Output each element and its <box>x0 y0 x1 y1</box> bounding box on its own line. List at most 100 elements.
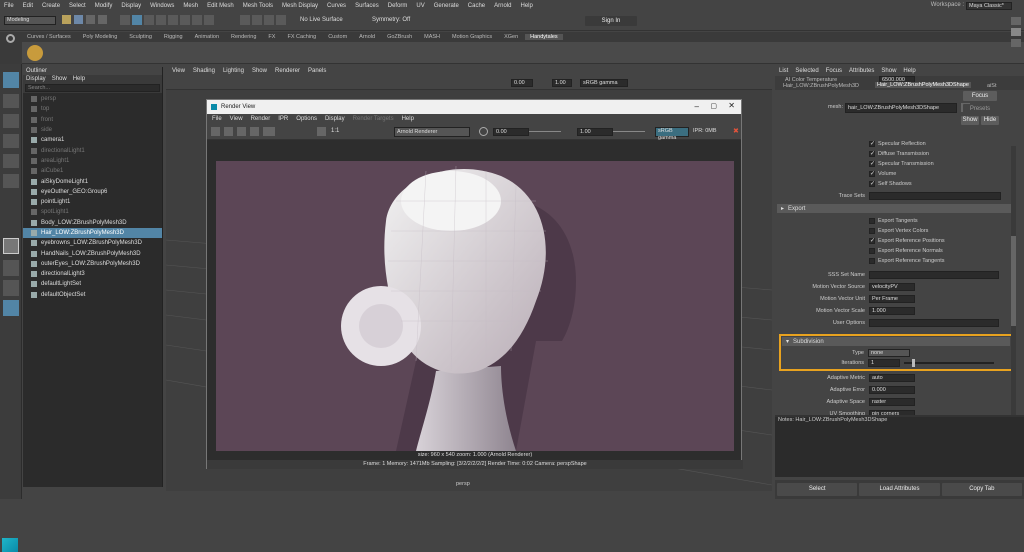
outliner-item[interactable]: directionalLight3 <box>23 269 162 279</box>
outliner-item[interactable]: defaultLightSet <box>23 279 162 289</box>
select-by-component-icon[interactable] <box>144 15 154 25</box>
menu-windows[interactable]: Windows <box>150 3 174 9</box>
subdiv-iterations-slider[interactable] <box>904 359 994 367</box>
move-tool-icon[interactable] <box>3 134 19 148</box>
menu-create[interactable]: Create <box>42 3 60 9</box>
render-menu-item[interactable]: Help <box>402 116 414 122</box>
live-surface-label[interactable]: No Live Surface <box>300 17 343 23</box>
outliner-item[interactable]: Body_LOW:ZBrushPolyMesh3D <box>23 218 162 228</box>
menu-mesh-display[interactable]: Mesh Display <box>282 3 318 9</box>
shelf-tab[interactable]: FX <box>263 34 280 40</box>
focus-button[interactable]: Focus <box>963 91 997 101</box>
attribute-field[interactable]: 0.000 <box>869 386 915 394</box>
select-button[interactable]: Select <box>777 483 858 496</box>
menu-generate[interactable]: Generate <box>434 3 459 9</box>
viewport-menu-item[interactable]: Show <box>252 68 267 74</box>
menu-modify[interactable]: Modify <box>95 3 113 9</box>
outliner-item[interactable]: outerEyes_LOW:ZBrushPolyMesh3D <box>23 259 162 269</box>
sign-in-button[interactable]: Sign In <box>585 16 637 26</box>
magnet-icon[interactable] <box>156 15 166 25</box>
outliner-item[interactable]: HandNails_LOW:ZBrushPolyMesh3D <box>23 248 162 258</box>
attr-menu-item[interactable]: Help <box>903 68 915 74</box>
outliner-item[interactable]: eyeOuther_GEO:Group6 <box>23 187 162 197</box>
notes-area[interactable]: Notes: Hair_LOW:ZBrushPolyMesh3DShape <box>775 415 1024 477</box>
outliner-item[interactable]: defaultObjectSet <box>23 290 162 300</box>
mesh-name-field[interactable]: hair_LOW:ZBrushPolyMesh3DShape <box>845 103 957 113</box>
attr-menu-item[interactable]: Focus <box>826 68 842 74</box>
subdiv-iterations-field[interactable]: 1 <box>868 359 900 367</box>
outliner-item[interactable]: camera1 <box>23 135 162 145</box>
copy-tab-button[interactable]: Copy Tab <box>941 483 1022 496</box>
render-menu-item[interactable]: View <box>230 116 243 122</box>
handytales-shelf-icon[interactable] <box>27 45 43 61</box>
redo-render-icon[interactable] <box>211 127 220 136</box>
checkbox[interactable] <box>869 218 875 224</box>
attr-menu-item[interactable]: Show <box>881 68 896 74</box>
outliner-item[interactable]: spotLight1 <box>23 207 162 217</box>
save-icon[interactable] <box>74 15 83 24</box>
snapshot-icon[interactable] <box>237 127 246 136</box>
alpha-channel-icon[interactable] <box>317 127 326 136</box>
attribute-field[interactable] <box>869 319 999 327</box>
lasso-tool-icon[interactable] <box>3 94 19 108</box>
outliner-item[interactable]: side <box>23 125 162 135</box>
presets-button[interactable]: Presets <box>963 104 997 114</box>
checkbox[interactable]: ✓ <box>869 151 875 157</box>
attr-menu-item[interactable]: Selected <box>795 68 818 74</box>
attribute-field[interactable]: 1.000 <box>869 307 915 315</box>
outliner-item[interactable]: aiCube1 <box>23 166 162 176</box>
menu-file[interactable]: File <box>4 3 14 9</box>
shelf-tab[interactable]: Motion Graphics <box>447 34 497 40</box>
exposure-icon[interactable] <box>479 127 488 136</box>
shelf-tab[interactable]: Curves / Surfaces <box>22 34 76 40</box>
minimize-icon[interactable]: – <box>695 102 699 111</box>
trace-sets-field[interactable] <box>869 192 1001 200</box>
paint-select-icon[interactable] <box>3 114 19 128</box>
render-frame-icon[interactable] <box>240 15 250 25</box>
menu-edit[interactable]: Edit <box>23 3 33 9</box>
render-view-titlebar[interactable]: Render View – ▢ ✕ <box>207 100 741 114</box>
render-menu-item[interactable]: File <box>212 116 222 122</box>
render-exposure-field[interactable]: 0.00 <box>493 128 529 136</box>
outliner-item[interactable]: Hair_LOW:ZBrushPolyMesh3D <box>23 227 162 239</box>
hide-button[interactable]: Hide <box>981 116 999 125</box>
attr-menu-item[interactable]: List <box>779 68 788 74</box>
shelf-tab[interactable]: Animation <box>190 34 224 40</box>
checkbox[interactable]: ✓ <box>869 171 875 177</box>
viewport-gamma-field[interactable]: 1.00 <box>552 79 572 87</box>
outliner-item[interactable]: front <box>23 115 162 125</box>
rgb-channel-icon[interactable] <box>263 127 275 136</box>
viewport-menu-item[interactable]: View <box>172 68 185 74</box>
attribute-field[interactable]: raster <box>869 398 915 406</box>
four-view-icon[interactable] <box>3 260 19 276</box>
shelf-tab[interactable]: Handytales <box>525 34 563 40</box>
render-menu-item[interactable]: IPR <box>278 116 288 122</box>
two-view-icon[interactable] <box>3 280 19 296</box>
outliner-item[interactable]: pointLight1 <box>23 197 162 207</box>
outliner-item[interactable]: directionalLight1 <box>23 145 162 155</box>
gear-icon[interactable] <box>6 34 15 43</box>
curve-snap-icon[interactable] <box>180 15 190 25</box>
menu-mesh-tools[interactable]: Mesh Tools <box>243 3 273 9</box>
render-menu-item[interactable]: Display <box>325 116 345 122</box>
render-menu-item[interactable]: Options <box>296 116 317 122</box>
scale-tool-icon[interactable] <box>3 174 19 188</box>
maximize-icon[interactable]: ▢ <box>710 102 717 110</box>
menu-curves[interactable]: Curves <box>327 3 346 9</box>
menu-surfaces[interactable]: Surfaces <box>355 3 379 9</box>
ipr-icon[interactable] <box>224 127 233 136</box>
attribute-field[interactable]: Per Frame <box>869 295 915 303</box>
viewport-colorspace-select[interactable]: sRGB gamma <box>580 79 628 87</box>
outliner-layout-icon[interactable] <box>3 300 19 316</box>
outliner-search-input[interactable]: Search... <box>25 84 160 92</box>
attribute-editor-icon[interactable] <box>1011 28 1021 36</box>
menu-set-select[interactable]: Modeling <box>4 16 56 25</box>
folder-icon[interactable] <box>62 15 71 24</box>
menu-select[interactable]: Select <box>69 3 86 9</box>
shelf-tab[interactable]: GoZBrush <box>382 34 417 40</box>
redo-icon[interactable] <box>98 15 107 24</box>
show-button[interactable]: Show <box>961 116 979 125</box>
tab-aistandard[interactable]: aiSt <box>987 83 996 89</box>
checkbox[interactable]: ✓ <box>869 141 875 147</box>
viewport-menu-item[interactable]: Shading <box>193 68 215 74</box>
